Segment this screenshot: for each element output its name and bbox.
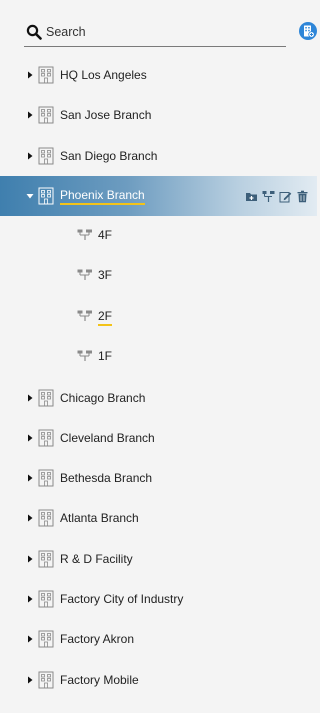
floor-icon <box>77 229 92 241</box>
add-site-icon <box>304 25 315 38</box>
building-icon <box>38 671 54 689</box>
trash-icon <box>297 190 308 202</box>
building-icon <box>38 469 54 487</box>
site-label: San Diego Branch <box>60 148 158 163</box>
caret-right-icon[interactable] <box>26 71 34 79</box>
site-label: Factory City of Industry <box>60 592 184 606</box>
caret-right-icon[interactable] <box>26 394 34 402</box>
building-icon <box>38 66 54 84</box>
building-icon <box>38 550 54 568</box>
site-tree: HQ Los Angeles San Jose Branch San Diego B… <box>0 55 317 700</box>
building-icon <box>38 389 54 407</box>
tree-item-site[interactable]: San Diego Branch <box>0 136 317 176</box>
site-label: Bethesda Branch <box>60 471 153 486</box>
site-label: Phoenix Branch <box>60 188 145 205</box>
delete-button[interactable] <box>296 190 309 203</box>
tree-item-site[interactable]: Phoenix Branch <box>0 175 317 217</box>
caret-right-icon[interactable] <box>26 595 34 603</box>
floor-label: 2F <box>98 309 113 326</box>
tree-item-site[interactable]: San Jose Branch <box>0 95 317 135</box>
building-icon <box>38 590 54 608</box>
building-icon <box>38 630 54 648</box>
site-label: Atlanta Branch <box>60 511 139 526</box>
site-label: Cleveland Branch <box>60 430 155 445</box>
tree-item-site[interactable]: Factory Akron <box>0 619 317 659</box>
tree-item-site[interactable]: Chicago Branch <box>0 377 317 417</box>
floor-icon <box>77 310 92 321</box>
caret-right-icon[interactable] <box>26 635 34 643</box>
row-actions <box>245 190 309 203</box>
caret-right-icon[interactable] <box>26 434 34 442</box>
tree-item-floor[interactable]: 4F <box>0 216 317 256</box>
caret-right-icon[interactable] <box>26 514 34 522</box>
floor-label: 4F <box>98 228 113 243</box>
tree-item-site[interactable]: Cleveland Branch <box>0 418 317 458</box>
floor-label: 3F <box>98 268 113 283</box>
site-label: San Jose Branch <box>60 108 152 123</box>
tree-item-site[interactable]: R & D Facility <box>0 539 317 579</box>
add-folder-button[interactable] <box>245 190 258 203</box>
add-site-button[interactable] <box>299 22 317 40</box>
site-label: HQ Los Angeles <box>60 68 147 83</box>
site-label: Chicago Branch <box>60 390 146 405</box>
tree-item-floor[interactable]: 3F <box>0 256 317 296</box>
tree-item-site[interactable]: Factory Mobile <box>0 659 317 699</box>
caret-right-icon[interactable] <box>26 474 34 482</box>
tree-item-site[interactable]: Bethesda Branch <box>0 458 317 498</box>
site-label: R & D Facility <box>60 551 133 566</box>
building-icon <box>38 147 54 165</box>
tree-item-site[interactable]: Atlanta Branch <box>0 498 317 538</box>
add-folder-icon <box>246 192 257 201</box>
edit-button[interactable] <box>279 190 292 203</box>
caret-down-icon[interactable] <box>26 192 34 200</box>
site-tree-panel: HQ Los Angeles San Jose Branch San Diego B… <box>0 0 317 713</box>
caret-right-icon[interactable] <box>26 676 34 684</box>
site-label: Factory Akron <box>60 632 135 647</box>
tree-item-site[interactable]: Factory City of Industry <box>0 579 317 619</box>
tree-item-floor[interactable]: 2F <box>0 297 317 337</box>
tree-item-floor[interactable]: 1F <box>0 337 317 377</box>
caret-right-icon[interactable] <box>26 111 34 119</box>
building-icon <box>38 106 54 124</box>
floor-label: 1F <box>98 349 113 364</box>
building-icon <box>38 509 54 527</box>
floor-icon <box>77 269 92 281</box>
search-icon <box>26 24 42 40</box>
caret-right-icon[interactable] <box>26 555 34 563</box>
building-icon <box>38 429 54 447</box>
floor-icon <box>77 350 92 362</box>
search-input[interactable] <box>46 22 282 42</box>
edit-icon <box>279 191 292 203</box>
building-icon <box>38 187 54 205</box>
add-floor-button[interactable] <box>262 190 275 203</box>
caret-right-icon[interactable] <box>26 152 34 160</box>
tree-item-site[interactable]: HQ Los Angeles <box>0 55 317 95</box>
site-label: Factory Mobile <box>60 672 139 687</box>
search-bar <box>24 20 286 47</box>
hierarchy-icon <box>262 190 275 202</box>
